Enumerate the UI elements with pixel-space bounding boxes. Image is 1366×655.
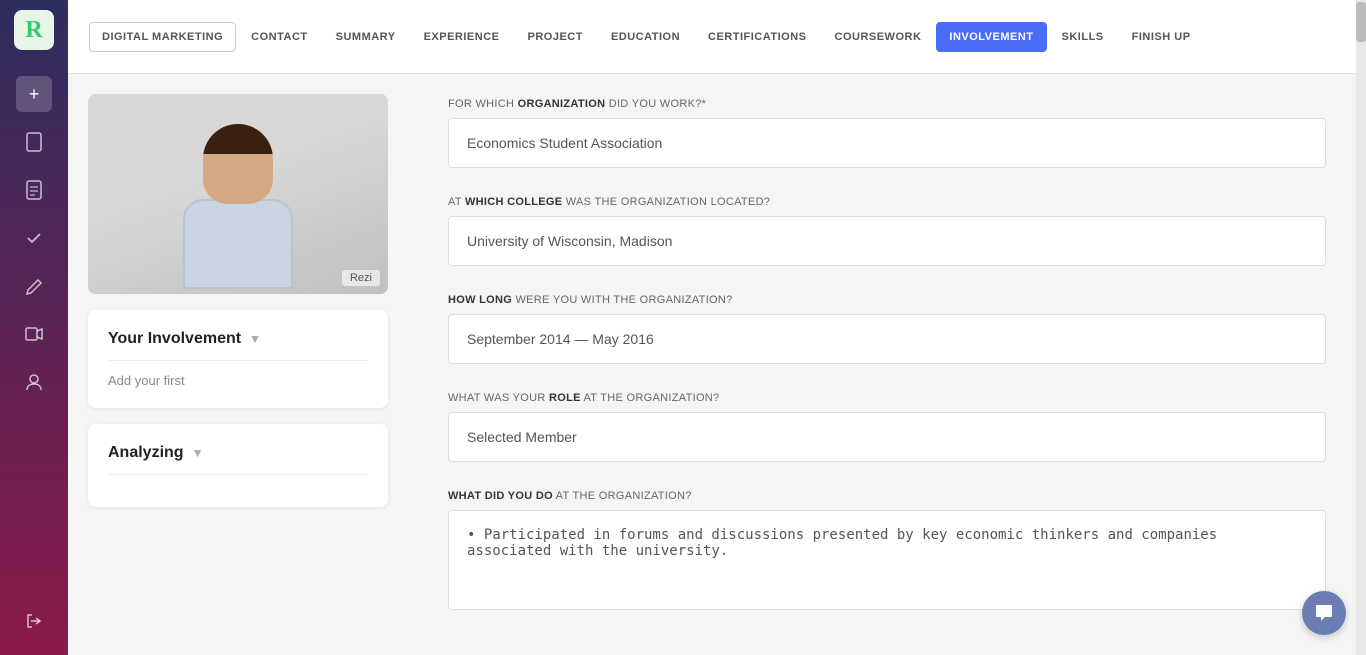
top-navigation: DIGITAL MARKETING CONTACT SUMMARY EXPERI…: [68, 0, 1366, 74]
analyzing-dropdown-arrow[interactable]: ▼: [192, 446, 204, 460]
description-label: WHAT DID YOU DO AT THE ORGANIZATION?: [448, 490, 1326, 502]
nav-education[interactable]: EDUCATION: [598, 22, 693, 52]
duration-input[interactable]: [448, 314, 1326, 364]
organization-field-group: FOR WHICH ORGANIZATION DID YOU WORK?*: [448, 98, 1326, 168]
nav-contact[interactable]: CONTACT: [238, 22, 320, 52]
nav-project[interactable]: PROJECT: [514, 22, 595, 52]
logout-icon[interactable]: [16, 603, 52, 639]
nav-digital-marketing[interactable]: DIGITAL MARKETING: [89, 22, 236, 52]
nav-involvement[interactable]: INVOLVEMENT: [936, 22, 1046, 52]
description-textarea[interactable]: • Participated in forums and discussions…: [448, 510, 1326, 610]
nav-finish-up[interactable]: FINISH UP: [1119, 22, 1204, 52]
profile-photo-container[interactable]: Rezi: [88, 94, 388, 294]
left-panel: Rezi Your Involvement ▼ Add your first A…: [68, 74, 408, 655]
edit-icon[interactable]: [16, 268, 52, 304]
involvement-card: Your Involvement ▼ Add your first: [88, 310, 388, 408]
college-label: AT WHICH COLLEGE WAS THE ORGANIZATION LO…: [448, 196, 1326, 208]
college-input[interactable]: [448, 216, 1326, 266]
scrollbar-thumb[interactable]: [1356, 2, 1366, 42]
involvement-dropdown-arrow[interactable]: ▼: [249, 332, 261, 346]
nav-coursework[interactable]: COURSEWORK: [822, 22, 935, 52]
chat-button[interactable]: [1302, 591, 1346, 635]
content-area: Rezi Your Involvement ▼ Add your first A…: [68, 74, 1366, 655]
sidebar: R +: [0, 0, 68, 655]
analyzing-card: Analyzing ▼: [88, 424, 388, 507]
description-field-group: WHAT DID YOU DO AT THE ORGANIZATION? • P…: [448, 490, 1326, 615]
scrollbar-track: [1356, 0, 1366, 655]
logo[interactable]: R: [14, 10, 54, 50]
organization-label: FOR WHICH ORGANIZATION DID YOU WORK?*: [448, 98, 1326, 110]
person-icon[interactable]: [16, 364, 52, 400]
nav-certifications[interactable]: CERTIFICATIONS: [695, 22, 819, 52]
duration-field-group: HOW LONG WERE YOU WITH THE ORGANIZATION?: [448, 294, 1326, 364]
document1-icon[interactable]: [16, 124, 52, 160]
video-icon[interactable]: [16, 316, 52, 352]
document2-icon[interactable]: [16, 172, 52, 208]
rezi-badge: Rezi: [342, 270, 380, 286]
nav-summary[interactable]: SUMMARY: [323, 22, 409, 52]
checklist-icon[interactable]: [16, 220, 52, 256]
organization-input[interactable]: [448, 118, 1326, 168]
nav-experience[interactable]: EXPERIENCE: [411, 22, 513, 52]
main-area: DIGITAL MARKETING CONTACT SUMMARY EXPERI…: [68, 0, 1366, 655]
college-field-group: AT WHICH COLLEGE WAS THE ORGANIZATION LO…: [448, 196, 1326, 266]
involvement-card-title: Your Involvement ▼: [108, 330, 368, 348]
nav-skills[interactable]: SKILLS: [1049, 22, 1117, 52]
role-label: WHAT WAS YOUR ROLE AT THE ORGANIZATION?: [448, 392, 1326, 404]
role-field-group: WHAT WAS YOUR ROLE AT THE ORGANIZATION?: [448, 392, 1326, 462]
duration-label: HOW LONG WERE YOU WITH THE ORGANIZATION?: [448, 294, 1326, 306]
involvement-card-subtitle: Add your first: [108, 373, 368, 388]
add-icon[interactable]: +: [16, 76, 52, 112]
right-panel: FOR WHICH ORGANIZATION DID YOU WORK?* AT…: [408, 74, 1366, 655]
role-input[interactable]: [448, 412, 1326, 462]
analyzing-card-title: Analyzing ▼: [108, 444, 368, 462]
